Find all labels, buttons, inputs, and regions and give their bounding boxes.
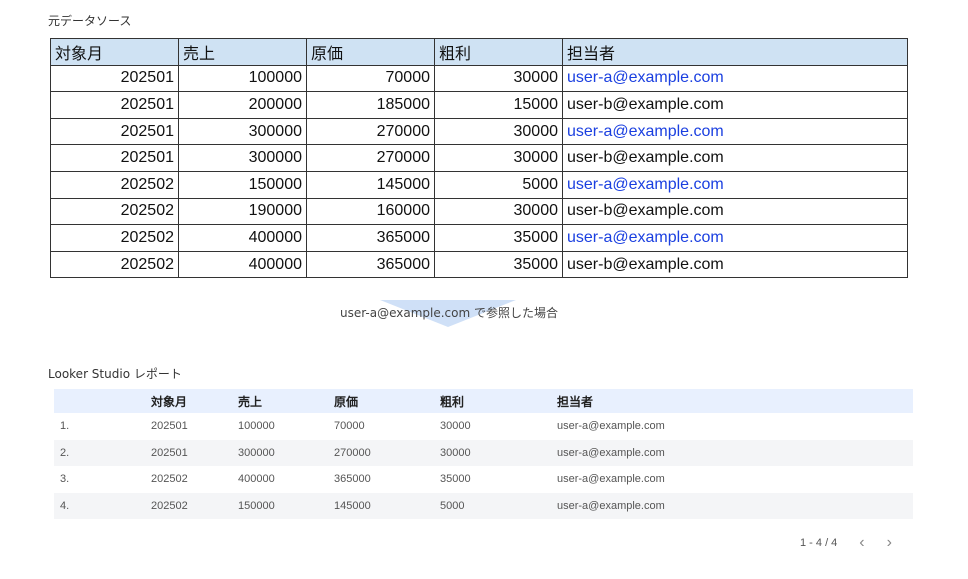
source-cell-cost: 365000 bbox=[306, 224, 435, 252]
source-row: 202502 400000 365000 35000 user-a@exampl… bbox=[50, 224, 908, 252]
looker-report-table: 対象月 売上 原価 粗利 担当者 1. 202501 100000 70000 … bbox=[54, 389, 913, 519]
table-row: 3. 202502 400000 365000 35000 user-a@exa… bbox=[54, 466, 913, 493]
source-cell-month: 202501 bbox=[50, 117, 179, 146]
source-cell-sales: 300000 bbox=[178, 117, 307, 146]
source-cell-month: 202502 bbox=[50, 250, 179, 279]
source-cell-month: 202502 bbox=[50, 224, 179, 252]
report-header-row: 対象月 売上 原価 粗利 担当者 bbox=[54, 389, 913, 413]
source-header-month: 対象月 bbox=[50, 38, 179, 66]
table-row: 1. 202501 100000 70000 30000 user-a@exam… bbox=[54, 413, 913, 440]
report-cell-owner: user-a@example.com bbox=[557, 473, 665, 486]
source-cell-owner: user-a@example.com bbox=[562, 224, 908, 252]
chevron-left-icon[interactable]: ‹ bbox=[859, 535, 864, 551]
source-cell-owner: user-b@example.com bbox=[562, 250, 908, 279]
source-cell-sales: 400000 bbox=[178, 250, 307, 279]
report-cell-index: 2. bbox=[60, 446, 70, 459]
report-cell-month: 202502 bbox=[151, 473, 188, 486]
source-cell-owner: user-a@example.com bbox=[562, 170, 908, 199]
report-cell-sales: 300000 bbox=[238, 446, 275, 459]
source-cell-profit: 30000 bbox=[434, 144, 563, 172]
report-cell-owner: user-a@example.com bbox=[557, 420, 665, 433]
source-cell-sales: 190000 bbox=[178, 197, 307, 226]
report-cell-owner: user-a@example.com bbox=[557, 446, 665, 459]
report-cell-profit: 30000 bbox=[440, 420, 471, 433]
chevron-right-icon[interactable]: › bbox=[887, 535, 892, 551]
source-cell-cost: 145000 bbox=[306, 170, 435, 199]
report-cell-month: 202501 bbox=[151, 420, 188, 433]
report-cell-month: 202501 bbox=[151, 446, 188, 459]
report-cell-cost: 365000 bbox=[334, 473, 371, 486]
source-header-profit: 粗利 bbox=[434, 38, 563, 66]
table-row: 4. 202502 150000 145000 5000 user-a@exam… bbox=[54, 492, 913, 519]
source-cell-month: 202502 bbox=[50, 170, 179, 199]
report-cell-index: 1. bbox=[60, 420, 70, 433]
report-cell-index: 4. bbox=[60, 499, 70, 512]
report-header-month[interactable]: 対象月 bbox=[145, 393, 232, 410]
report-section-label: Looker Studio レポート bbox=[48, 367, 182, 381]
report-header-sales[interactable]: 売上 bbox=[232, 393, 328, 410]
source-section-label: 元データソース bbox=[48, 14, 132, 28]
source-cell-profit: 15000 bbox=[434, 91, 563, 119]
report-cell-cost: 270000 bbox=[334, 446, 371, 459]
source-row: 202502 190000 160000 30000 user-b@exampl… bbox=[50, 197, 908, 226]
report-cell-month: 202502 bbox=[151, 499, 188, 512]
source-row: 202501 300000 270000 30000 user-b@exampl… bbox=[50, 144, 908, 172]
report-cell-profit: 5000 bbox=[440, 499, 465, 512]
source-cell-sales: 100000 bbox=[178, 64, 307, 93]
source-row: 202501 100000 70000 30000 user-a@example… bbox=[50, 64, 908, 93]
source-cell-cost: 270000 bbox=[306, 117, 435, 146]
report-cell-profit: 35000 bbox=[440, 473, 471, 486]
source-row: 202502 150000 145000 5000 user-a@example… bbox=[50, 170, 908, 199]
source-cell-month: 202502 bbox=[50, 197, 179, 226]
report-cell-cost: 145000 bbox=[334, 499, 371, 512]
source-cell-profit: 30000 bbox=[434, 197, 563, 226]
source-row: 202501 300000 270000 30000 user-a@exampl… bbox=[50, 117, 908, 146]
source-cell-month: 202501 bbox=[50, 64, 179, 93]
source-header-row: 対象月 売上 原価 粗利 担当者 bbox=[50, 38, 908, 66]
report-cell-sales: 100000 bbox=[238, 420, 275, 433]
arrow-caption: user-a@example.com で参照した場合 bbox=[340, 306, 558, 320]
source-cell-month: 202501 bbox=[50, 91, 179, 119]
source-header-cost: 原価 bbox=[306, 38, 435, 66]
report-cell-cost: 70000 bbox=[334, 420, 365, 433]
source-cell-cost: 365000 bbox=[306, 250, 435, 279]
report-cell-profit: 30000 bbox=[440, 446, 471, 459]
source-cell-profit: 35000 bbox=[434, 250, 563, 279]
source-header-sales: 売上 bbox=[178, 38, 307, 66]
source-cell-sales: 150000 bbox=[178, 170, 307, 199]
source-cell-profit: 35000 bbox=[434, 224, 563, 252]
source-cell-owner: user-b@example.com bbox=[562, 144, 908, 172]
source-cell-owner: user-a@example.com bbox=[562, 117, 908, 146]
source-data-table: 対象月 売上 原価 粗利 担当者 202501 100000 70000 300… bbox=[50, 38, 908, 279]
report-cell-sales: 150000 bbox=[238, 499, 275, 512]
source-cell-sales: 400000 bbox=[178, 224, 307, 252]
report-header-cost[interactable]: 原価 bbox=[328, 393, 434, 410]
source-row: 202501 200000 185000 15000 user-b@exampl… bbox=[50, 91, 908, 119]
source-cell-owner: user-b@example.com bbox=[562, 91, 908, 119]
report-cell-sales: 400000 bbox=[238, 473, 275, 486]
source-cell-month: 202501 bbox=[50, 144, 179, 172]
source-cell-cost: 185000 bbox=[306, 91, 435, 119]
report-header-owner[interactable]: 担当者 bbox=[551, 393, 913, 410]
report-cell-index: 3. bbox=[60, 473, 70, 486]
report-pager: 1 - 4 / 4 ‹ › bbox=[800, 535, 892, 551]
source-cell-profit: 30000 bbox=[434, 117, 563, 146]
source-cell-sales: 200000 bbox=[178, 91, 307, 119]
table-row: 2. 202501 300000 270000 30000 user-a@exa… bbox=[54, 439, 913, 466]
report-header-profit[interactable]: 粗利 bbox=[434, 393, 551, 410]
source-cell-cost: 270000 bbox=[306, 144, 435, 172]
source-cell-sales: 300000 bbox=[178, 144, 307, 172]
source-cell-owner: user-b@example.com bbox=[562, 197, 908, 226]
source-cell-owner: user-a@example.com bbox=[562, 64, 908, 93]
source-cell-cost: 160000 bbox=[306, 197, 435, 226]
source-header-owner: 担当者 bbox=[562, 38, 908, 66]
source-cell-profit: 30000 bbox=[434, 64, 563, 93]
report-cell-owner: user-a@example.com bbox=[557, 499, 665, 512]
source-row: 202502 400000 365000 35000 user-b@exampl… bbox=[50, 250, 908, 279]
source-cell-profit: 5000 bbox=[434, 170, 563, 199]
pager-range: 1 - 4 / 4 bbox=[800, 537, 838, 549]
source-cell-cost: 70000 bbox=[306, 64, 435, 93]
